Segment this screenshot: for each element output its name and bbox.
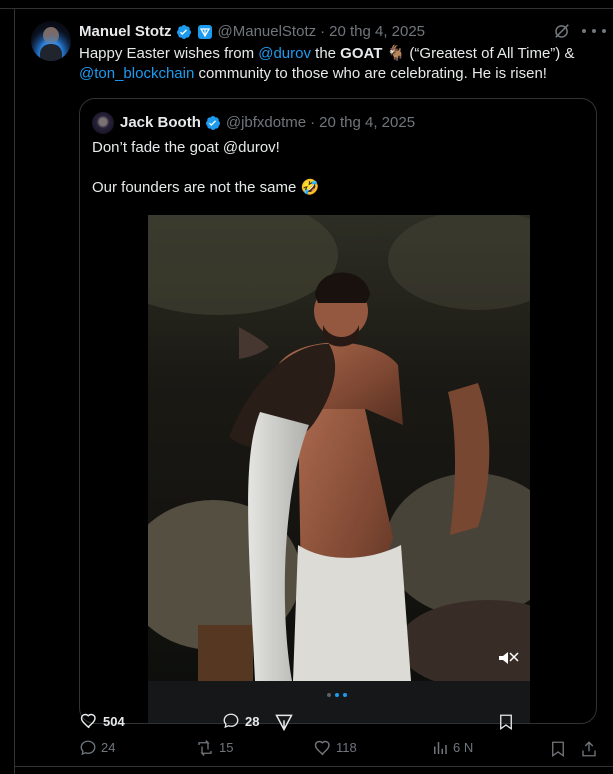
like-button[interactable]: 118 <box>314 739 357 757</box>
goat-word: GOAT <box>340 45 383 62</box>
ton-badge-icon <box>197 25 212 39</box>
bottom-border <box>14 766 613 767</box>
quote-reply-count: 28 <box>245 713 260 729</box>
carousel-dots[interactable] <box>327 693 347 697</box>
tweet-text-part: the <box>310 45 341 62</box>
verified-badge-icon <box>205 116 220 130</box>
quoted-media-photo[interactable] <box>148 215 530 681</box>
quote-author-avatar[interactable] <box>92 112 114 134</box>
quote-author-name[interactable]: Jack Booth <box>120 113 201 133</box>
author-avatar[interactable] <box>31 21 71 61</box>
repost-count: 15 <box>219 740 234 755</box>
heart-icon <box>314 740 330 756</box>
views-button[interactable]: 6 N <box>431 739 473 757</box>
top-border <box>0 0 613 9</box>
tweet-text-part: (“Greatest of All Time”) & <box>405 45 575 62</box>
left-border <box>14 8 15 774</box>
reply-icon <box>223 713 239 729</box>
view-count: 6 N <box>453 740 474 755</box>
tweet-header: Manuel Stotz @ManuelStotz · 20 thg 4, 20… <box>79 22 425 42</box>
quote-text-line: Our founders are not the same 🤣 <box>92 178 319 198</box>
bookmark-icon[interactable] <box>497 712 515 732</box>
quote-header: Jack Booth @jbfxdotme · 20 thg 4, 2025 <box>120 113 415 133</box>
quote-text-line: Don’t fade the goat @durov! <box>92 139 280 156</box>
more-icon[interactable] <box>582 22 606 40</box>
tweet-text: Happy Easter wishes from @durov the GOAT… <box>79 44 594 84</box>
quote-author-handle[interactable]: @jbfxdotme <box>226 113 306 133</box>
quoted-tweet-card[interactable]: Jack Booth @jbfxdotme · 20 thg 4, 2025 D… <box>79 98 597 724</box>
laughing-emoji: 🤣 <box>300 179 320 196</box>
share-icon[interactable] <box>580 739 598 759</box>
reply-button[interactable]: 24 <box>79 739 115 757</box>
reply-icon <box>80 740 96 756</box>
bookmark-icon[interactable] <box>549 739 567 759</box>
quote-text-part: Our founders are not the same <box>92 179 301 196</box>
tweet-text-part: Happy Easter wishes from <box>79 45 259 62</box>
quote-like-count: 504 <box>103 713 125 729</box>
author-name[interactable]: Manuel Stotz <box>79 22 172 42</box>
quote-like-button[interactable]: 504 <box>80 712 125 730</box>
mention-link[interactable]: @durov <box>258 45 311 62</box>
heart-icon <box>80 713 96 729</box>
tweet-text-part: community to those who are celebrating. … <box>194 65 547 82</box>
grok-icon[interactable] <box>553 22 571 40</box>
mention-link[interactable]: @ton_blockchain <box>79 65 194 82</box>
author-handle[interactable]: @ManuelStotz <box>218 22 317 42</box>
analytics-icon <box>434 742 447 754</box>
quote-reply-button[interactable]: 28 <box>222 712 259 730</box>
goat-emoji: 🐐 <box>386 45 406 62</box>
quote-date[interactable]: 20 thg 4, 2025 <box>319 113 415 133</box>
verified-badge-icon <box>176 25 191 39</box>
tweet-date[interactable]: 20 thg 4, 2025 <box>329 22 425 42</box>
like-count: 118 <box>336 740 357 755</box>
media-controls <box>148 681 530 723</box>
repost-icon <box>198 740 212 756</box>
share-icon[interactable] <box>274 712 294 732</box>
repost-button[interactable]: 15 <box>195 739 233 757</box>
separator-dot: · <box>320 23 326 40</box>
reply-count: 24 <box>101 740 116 755</box>
separator-dot: · <box>310 114 316 131</box>
